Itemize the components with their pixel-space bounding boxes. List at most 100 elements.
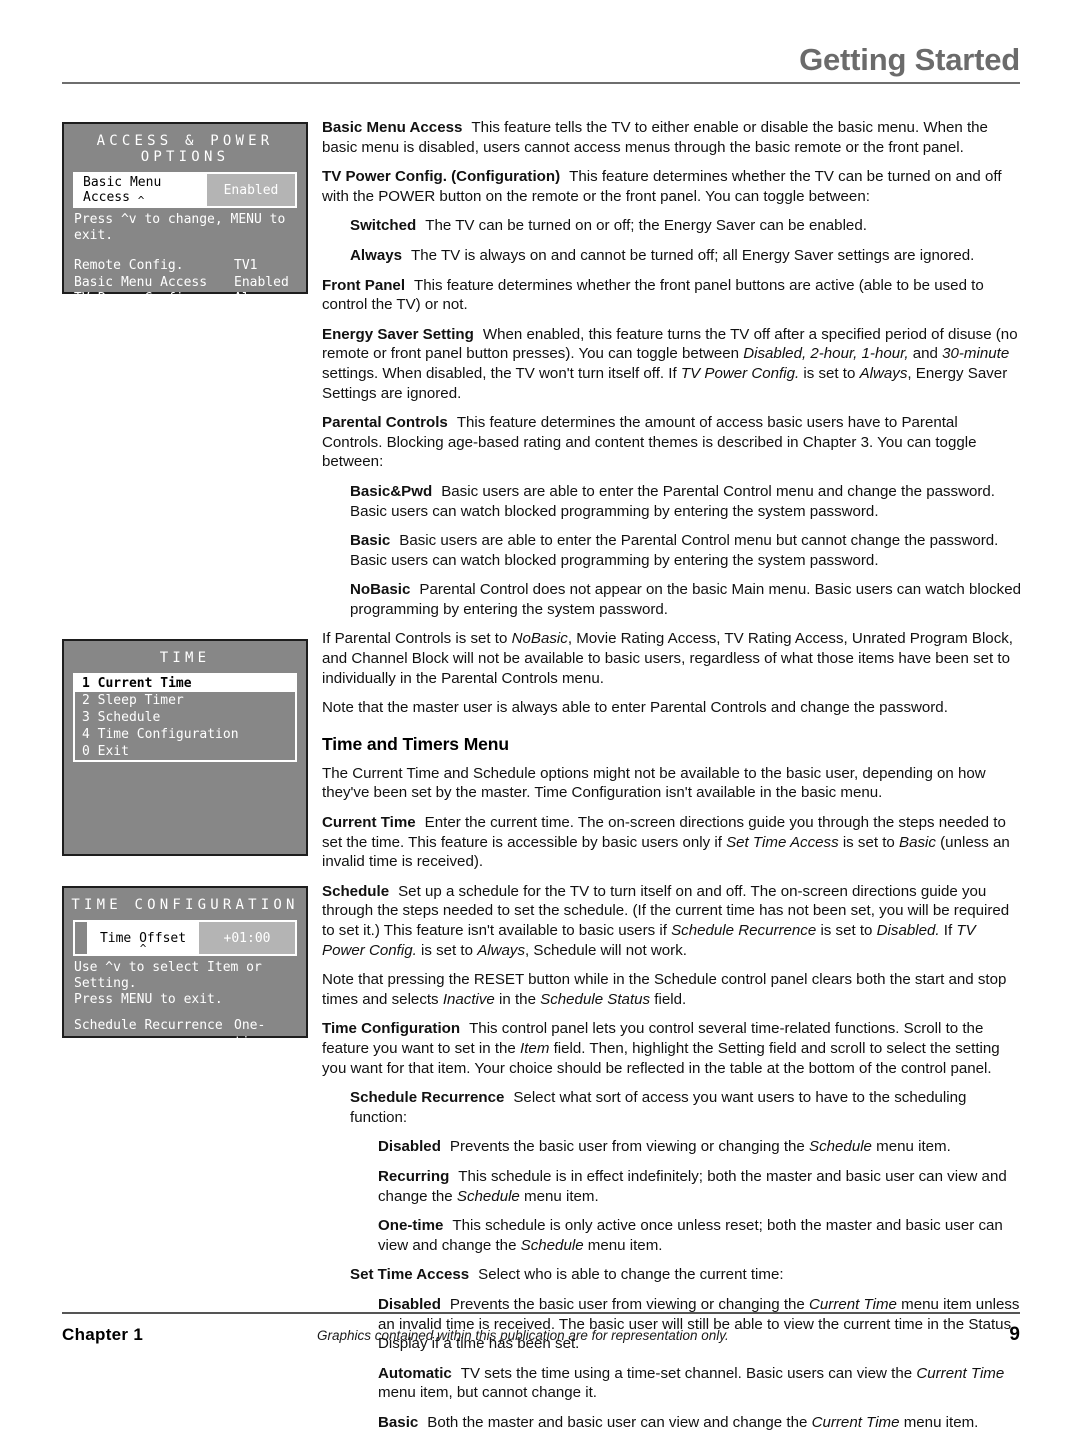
para-basic-pc: Basic Basic users are able to enter the P… xyxy=(350,531,1022,570)
text: Note that the master user is always able… xyxy=(322,699,948,717)
emphasis: Current Time xyxy=(916,1364,1005,1382)
text: is set to xyxy=(416,941,478,959)
term-basic-pwd: Basic&Pwd xyxy=(350,482,433,500)
emphasis: Schedule Status xyxy=(540,990,651,1008)
text: Select who is able to change the current… xyxy=(478,1266,784,1284)
table-row[interactable]: Basic Menu Access Enabled xyxy=(74,275,296,292)
para-set-time-access: Set Time Access Select who is able to cha… xyxy=(350,1265,1022,1285)
term-disabled: Disabled xyxy=(378,1138,441,1156)
emphasis: Inactive xyxy=(442,990,495,1008)
text: is set to xyxy=(799,364,860,382)
osd-field-label-text: Basic Menu Access xyxy=(83,175,162,205)
osd-field-basic-menu-access[interactable]: Basic Menu Access ^ Enabled xyxy=(73,172,297,208)
emphasis: 30-minute xyxy=(942,345,1010,363)
osd-row-value: Disabled xyxy=(234,324,297,339)
table-row[interactable]: TV Power Config. Always xyxy=(74,291,296,308)
osd-row-name: Schedule Recurrence xyxy=(74,1018,223,1033)
para-switched: Switched The TV can be turned on or off; … xyxy=(350,216,1022,236)
menu-item-time-configuration[interactable]: 4 Time Configuration xyxy=(75,726,295,743)
term-parental-controls: Parental Controls xyxy=(322,414,448,432)
text: Basic users are able to enter the Parent… xyxy=(350,482,995,520)
osd-panel-access-power-options: ACCESS & POWER OPTIONS Basic Menu Access… xyxy=(62,122,308,356)
page-title: Getting Started xyxy=(799,42,1020,77)
text: in the xyxy=(494,990,541,1008)
term-switched: Switched xyxy=(350,217,417,235)
text: The Current Time and Schedule options mi… xyxy=(322,764,986,802)
para-sr-onetime: One-time This schedule is only active onc… xyxy=(378,1216,1022,1255)
para-nobasic-note: If Parental Controls is set to NoBasic, … xyxy=(322,629,1022,688)
text: If Parental Controls is set to xyxy=(322,630,512,648)
table-row[interactable]: Schedule Recurrence One-time xyxy=(74,1018,296,1051)
term-automatic: Automatic xyxy=(378,1364,452,1382)
term-nobasic: NoBasic xyxy=(350,581,411,599)
emphasis: Current Time xyxy=(809,1295,897,1313)
emphasis: Schedule xyxy=(809,1138,872,1156)
osd-settings-table: Schedule Recurrence One-time Set Time Ac… xyxy=(64,1018,306,1101)
emphasis: NoBasic xyxy=(511,630,568,648)
text: Parental Control does not appear on the … xyxy=(350,581,1021,618)
menu-item-current-time[interactable]: 1 Current Time xyxy=(75,675,295,692)
menu-item-sleep-timer[interactable]: 2 Sleep Timer xyxy=(75,692,295,709)
osd-field-time-offset[interactable]: Time Offset ^ +01:00 xyxy=(73,920,297,956)
term-time-configuration: Time Configuration xyxy=(322,1020,461,1038)
emphasis: Schedule Recurrence xyxy=(671,922,817,939)
term-current-time: Current Time xyxy=(322,814,416,832)
para-schedule-recurrence: Schedule Recurrence Select what sort of a… xyxy=(350,1088,1022,1127)
emphasis: Item xyxy=(520,1039,550,1057)
text: Basic users are able to enter the Parent… xyxy=(350,532,999,569)
main-content: Basic Menu Access This feature tells the … xyxy=(322,118,1022,1442)
osd-row-value: Enabled xyxy=(234,274,289,290)
table-row[interactable]: Parental Controls NoBasic xyxy=(74,341,296,358)
table-row[interactable]: DayLight Savings No xyxy=(74,1068,296,1085)
osd-row-name: Time Offset xyxy=(74,1084,161,1099)
osd-menu-list: 1 Current Time 2 Sleep Timer 3 Schedule … xyxy=(73,673,297,762)
caret-up-icon: ^ xyxy=(139,942,147,955)
osd-field-value[interactable]: +01:00 xyxy=(199,922,295,954)
text: field. xyxy=(650,990,687,1008)
text: menu item. xyxy=(583,1236,663,1254)
osd-row-value: Enabled xyxy=(234,307,289,323)
para-sr-disabled: Disabled Prevents the basic user from vie… xyxy=(378,1137,1022,1157)
menu-item-exit[interactable]: 0 Exit xyxy=(75,743,295,760)
para-energy-saver: Energy Saver Setting When enabled, this f… xyxy=(322,325,1022,403)
footer-note: Graphics contained within this publicati… xyxy=(317,1328,729,1343)
para-time-configuration: Time Configuration This control panel let… xyxy=(322,1019,1022,1078)
table-row[interactable]: Energy Saver Disabled xyxy=(74,324,297,341)
text: menu item. xyxy=(899,1413,979,1431)
term-front-panel: Front Panel xyxy=(322,276,406,294)
term-one-time: One-time xyxy=(378,1217,444,1235)
emphasis: Schedule xyxy=(520,1236,584,1254)
emphasis: Always xyxy=(859,364,908,382)
term-basic: Basic xyxy=(350,532,391,550)
text: The TV can be turned on or off; the Ener… xyxy=(425,217,867,235)
osd-field-label: Basic Menu Access ^ xyxy=(75,174,207,206)
osd-row-value: Basic xyxy=(234,1051,274,1066)
text: menu item. xyxy=(871,1138,951,1156)
osd-row-value: Always xyxy=(234,291,281,306)
term-basic-menu-access: Basic Menu Access xyxy=(322,119,463,136)
osd-row-value: No xyxy=(234,1067,250,1083)
menu-item-schedule[interactable]: 3 Schedule xyxy=(75,709,295,726)
term-set-time-access: Set Time Access xyxy=(350,1266,470,1284)
text: menu item. xyxy=(519,1187,599,1205)
table-row[interactable]: Remote Config. TV1 xyxy=(74,258,296,275)
osd-panel-time: TIME 1 Current Time 2 Sleep Timer 3 Sche… xyxy=(62,639,308,856)
text: Both the master and basic user can view … xyxy=(427,1413,812,1431)
osd-field-value[interactable]: Enabled xyxy=(207,174,295,206)
para-basic-pwd: Basic&Pwd Basic users are able to enter t… xyxy=(350,482,1022,521)
para-sta-basic: Basic Both the master and basic user can … xyxy=(378,1413,1022,1433)
table-row[interactable]: Set Time Access Basic xyxy=(74,1051,296,1068)
para-always: Always The TV is always on and cannot be … xyxy=(350,246,1022,266)
text: is set to xyxy=(838,833,900,851)
para-parental-controls: Parental Controls This feature determines… xyxy=(322,413,1022,472)
emphasis: Current Time xyxy=(811,1413,900,1431)
para-time-intro: The Current Time and Schedule options mi… xyxy=(322,764,1022,803)
table-row[interactable]: Time Offset +01:00 xyxy=(74,1084,296,1101)
emphasis: Basic xyxy=(899,833,936,851)
osd-title: TIME CONFIGURATION xyxy=(71,897,299,913)
emphasis: Always xyxy=(477,941,526,959)
term-schedule-recurrence: Schedule Recurrence xyxy=(350,1089,505,1107)
osd-settings-table: Remote Config. TV1 Basic Menu Access Ena… xyxy=(64,258,306,357)
text: Prevents the basic user from viewing or … xyxy=(449,1138,810,1156)
table-row[interactable]: Front Panel Enabled xyxy=(74,308,296,325)
